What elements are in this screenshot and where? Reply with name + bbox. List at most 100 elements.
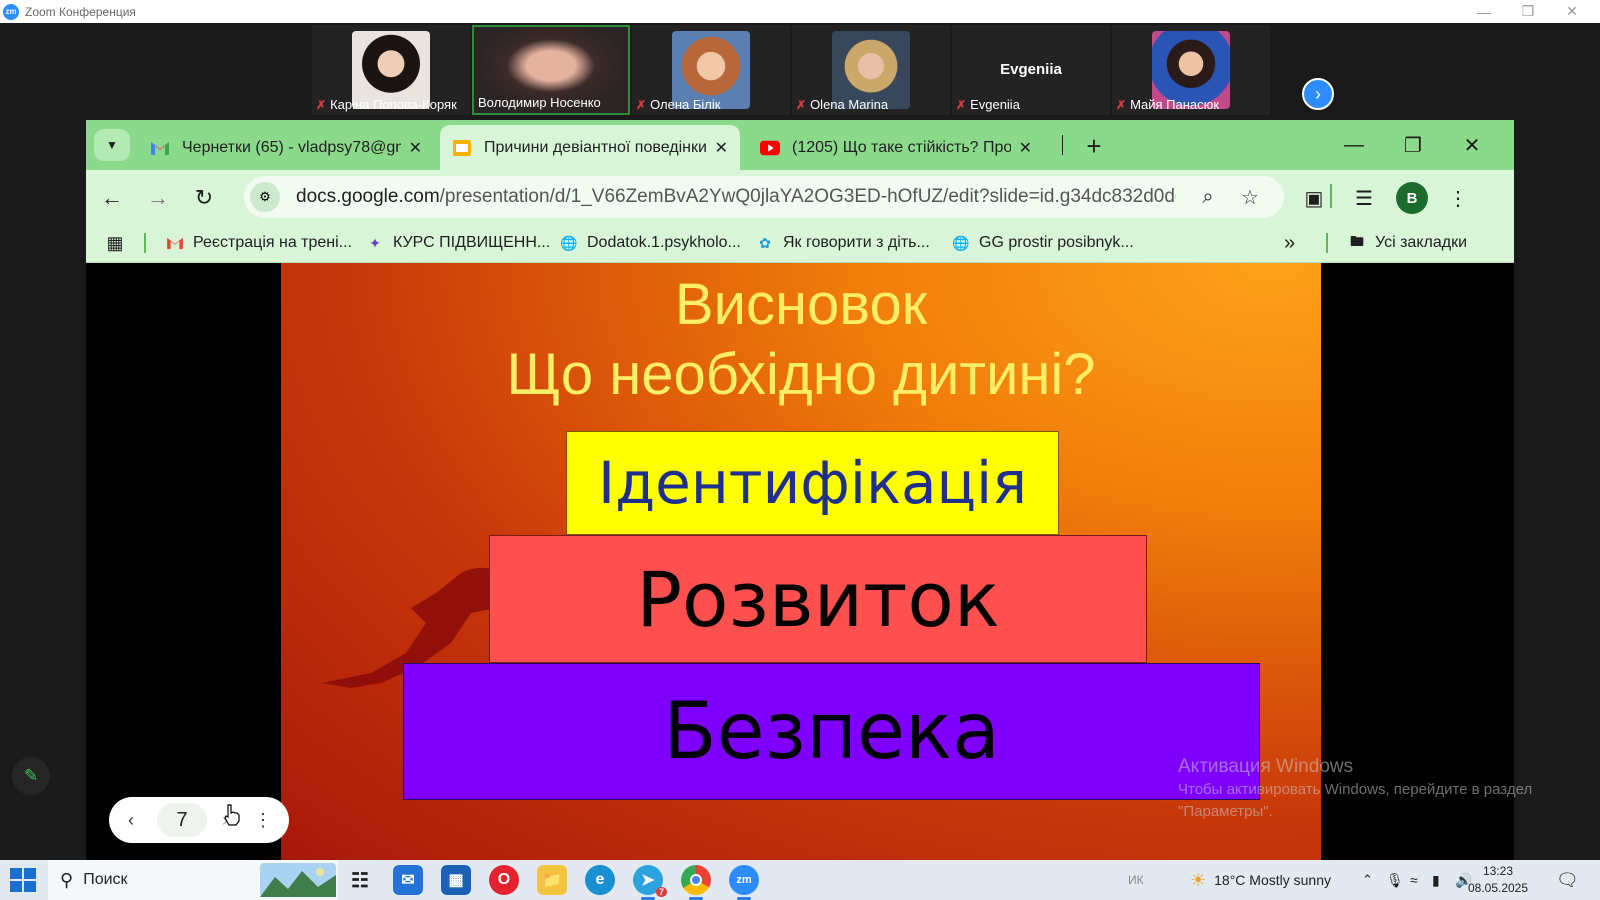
- bookmark-item[interactable]: Реєстрація на трені...: [166, 231, 352, 255]
- participant-tile-active[interactable]: Володимир Носенко: [472, 25, 630, 115]
- media-control-icon[interactable]: ☰: [1348, 182, 1380, 214]
- slide-title-line1: Висновок: [674, 272, 928, 337]
- previous-slide-button[interactable]: ‹: [117, 806, 145, 834]
- weather-text: 18°C Mostly sunny: [1214, 872, 1332, 888]
- close-icon[interactable]: ✕: [1019, 138, 1032, 158]
- slide-navigation: ‹ 7 › ⋮: [109, 797, 289, 843]
- participant-name: Каріна Попова-Коряк: [330, 97, 457, 112]
- mic-off-icon: ✗: [956, 97, 967, 112]
- chrome-taskbar-icon[interactable]: [681, 865, 711, 900]
- zoom-magnifier-icon[interactable]: ⌕: [1194, 183, 1222, 211]
- reload-button[interactable]: ↻: [186, 180, 222, 216]
- zoom-minimize-button[interactable]: —: [1462, 0, 1506, 23]
- edge-browser-icon[interactable]: e: [585, 865, 615, 895]
- participant-name: Олена Білік: [650, 97, 721, 112]
- zoom-taskbar-icon[interactable]: zm: [729, 865, 759, 900]
- search-placeholder: Поиск: [83, 871, 128, 888]
- mail-app-icon[interactable]: ✉: [393, 865, 423, 895]
- pyramid-box-safety: Безпека: [403, 663, 1260, 800]
- gmail-icon: [150, 138, 170, 158]
- mic-off-icon: ✗: [1116, 97, 1127, 112]
- site-info-icon[interactable]: ⚙: [250, 182, 280, 212]
- microsoft-store-icon[interactable]: ▦: [441, 865, 471, 895]
- task-view-icon[interactable]: ☷: [345, 865, 375, 895]
- battery-icon[interactable]: ▮: [1432, 860, 1440, 900]
- slides-icon: [452, 138, 472, 158]
- microphone-icon[interactable]: 🎙: [1386, 860, 1404, 900]
- all-bookmarks-button[interactable]: 🖿 Усі закладки: [1348, 231, 1467, 255]
- file-explorer-icon[interactable]: 📁: [537, 865, 567, 895]
- chrome-minimize-button[interactable]: —: [1329, 125, 1379, 165]
- mic-off-icon: ✗: [636, 97, 647, 112]
- bookmark-item[interactable]: 🌐 Dodatok.1.psykholo...: [560, 231, 741, 255]
- show-hidden-icons-button[interactable]: ⌃: [1362, 860, 1373, 900]
- activation-line1: Чтобы активировать Windows, перейдите в …: [1178, 781, 1533, 798]
- globe-icon: 🌐: [560, 234, 578, 251]
- network-icon[interactable]: ≈: [1410, 860, 1418, 900]
- close-icon[interactable]: ✕: [715, 138, 728, 158]
- bookmark-item[interactable]: ✦ КУРС ПІДВИЩЕНН...: [366, 231, 550, 255]
- tab-label: Чернетки (65) - vladpsy78@gmail.com: [182, 138, 401, 156]
- tab-youtube[interactable]: (1205) Що таке стійкість? Пров ✕: [748, 125, 1044, 170]
- forward-button[interactable]: →: [140, 180, 176, 216]
- bookmark-star-icon[interactable]: ☆: [1236, 183, 1264, 211]
- opera-browser-icon[interactable]: O: [489, 865, 519, 895]
- weather-widget[interactable]: ☀ 18°C Mostly sunny: [1190, 860, 1331, 900]
- activation-line2: "Параметры".: [1178, 803, 1273, 820]
- participant-name: Володимир Носенко: [478, 95, 601, 110]
- chrome-toolbar: ← → ↻ ⚙ docs.google.com/presentation/d/1…: [86, 170, 1514, 223]
- bookmark-item[interactable]: 🌐 GG prostir posibnyk...: [952, 231, 1134, 255]
- slide-page-number[interactable]: 7: [157, 803, 207, 837]
- chrome-close-button[interactable]: ✕: [1447, 125, 1497, 165]
- tab-search-button[interactable]: ▼: [94, 129, 130, 161]
- more-options-icon[interactable]: ⋮: [249, 806, 277, 834]
- bookmark-label: GG prostir posibnyk...: [979, 234, 1134, 251]
- participant-name: Evgeniia: [970, 97, 1020, 112]
- gmail-icon: [166, 234, 184, 252]
- profile-avatar[interactable]: B: [1396, 182, 1428, 214]
- back-button[interactable]: ←: [94, 180, 130, 216]
- participant-name: Olena Marina: [810, 97, 889, 112]
- weather-sun-icon: ☀: [1190, 869, 1207, 890]
- tab-strip: ▼ Чернетки (65) - vladpsy78@gmail.com ✕ …: [86, 120, 1514, 170]
- taskbar-search-box[interactable]: ⚲ Поиск: [48, 860, 338, 900]
- chrome-restore-button[interactable]: ❐: [1388, 125, 1438, 165]
- bookmark-item[interactable]: ✿ Як говорити з діть...: [756, 231, 930, 255]
- tab-gmail[interactable]: Чернетки (65) - vladpsy78@gmail.com ✕: [138, 125, 434, 170]
- menu-kebab-icon[interactable]: ⋮: [1442, 182, 1474, 214]
- extensions-icon[interactable]: ▣: [1298, 182, 1330, 214]
- new-tab-button[interactable]: +: [1076, 128, 1112, 164]
- search-icon: ⚲: [60, 869, 74, 890]
- participant-tile[interactable]: Evgeniia ✗ Evgeniia: [952, 25, 1110, 115]
- close-icon[interactable]: ✕: [409, 138, 422, 158]
- youtube-icon: [760, 138, 780, 158]
- participant-tile[interactable]: ✗ Olena Marina: [792, 25, 950, 115]
- zoom-restore-button[interactable]: ❐: [1506, 0, 1550, 23]
- clock-date: 08.05.2025: [1467, 881, 1529, 895]
- url-host: docs.google.com: [296, 186, 440, 207]
- gallery-next-button[interactable]: ›: [1302, 78, 1334, 110]
- apps-grid-icon[interactable]: ▦: [106, 233, 124, 253]
- notification-center-icon[interactable]: 🗨: [1556, 860, 1579, 900]
- tab-slides[interactable]: Причини девіантної поведінки ✕: [440, 125, 740, 170]
- telegram-badge: 7: [655, 887, 667, 897]
- annotate-pencil-button[interactable]: ✎: [12, 757, 50, 795]
- zoom-close-button[interactable]: ✕: [1550, 0, 1594, 23]
- address-bar[interactable]: ⚙ docs.google.com/presentation/d/1_V66Ze…: [244, 176, 1284, 218]
- participant-tile[interactable]: ✗ Олена Білік: [632, 25, 790, 115]
- participant-tile[interactable]: ✗ Майя Панасюк: [1112, 25, 1270, 115]
- all-bookmarks-label: Усі закладки: [1375, 234, 1468, 251]
- pin-icon: ✦: [369, 234, 381, 251]
- url-path: /presentation/d/1_V66ZemBvA2YwQ0jlaYA2OG…: [439, 186, 1176, 207]
- zoom-window-title: Zoom Конференция: [25, 4, 136, 19]
- windows-start-icon[interactable]: [10, 868, 36, 892]
- taskbar-clock[interactable]: 13:23 08.05.2025: [1462, 863, 1534, 897]
- participant-name: Майя Панасюк: [1130, 97, 1220, 112]
- bookmarks-overflow-button[interactable]: »: [1284, 231, 1295, 255]
- telegram-icon[interactable]: ➤ 7: [633, 865, 667, 900]
- hand-cursor-icon: [224, 804, 240, 826]
- language-indicator[interactable]: ИК: [1128, 860, 1144, 900]
- bookmarks-bar: ▦ Реєстрація на трені... ✦ КУРС ПІДВИЩЕН…: [86, 223, 1514, 263]
- participant-tile[interactable]: ✗ Каріна Попова-Коряк: [312, 25, 470, 115]
- tab-label: (1205) Що таке стійкість? Пров: [792, 138, 1011, 156]
